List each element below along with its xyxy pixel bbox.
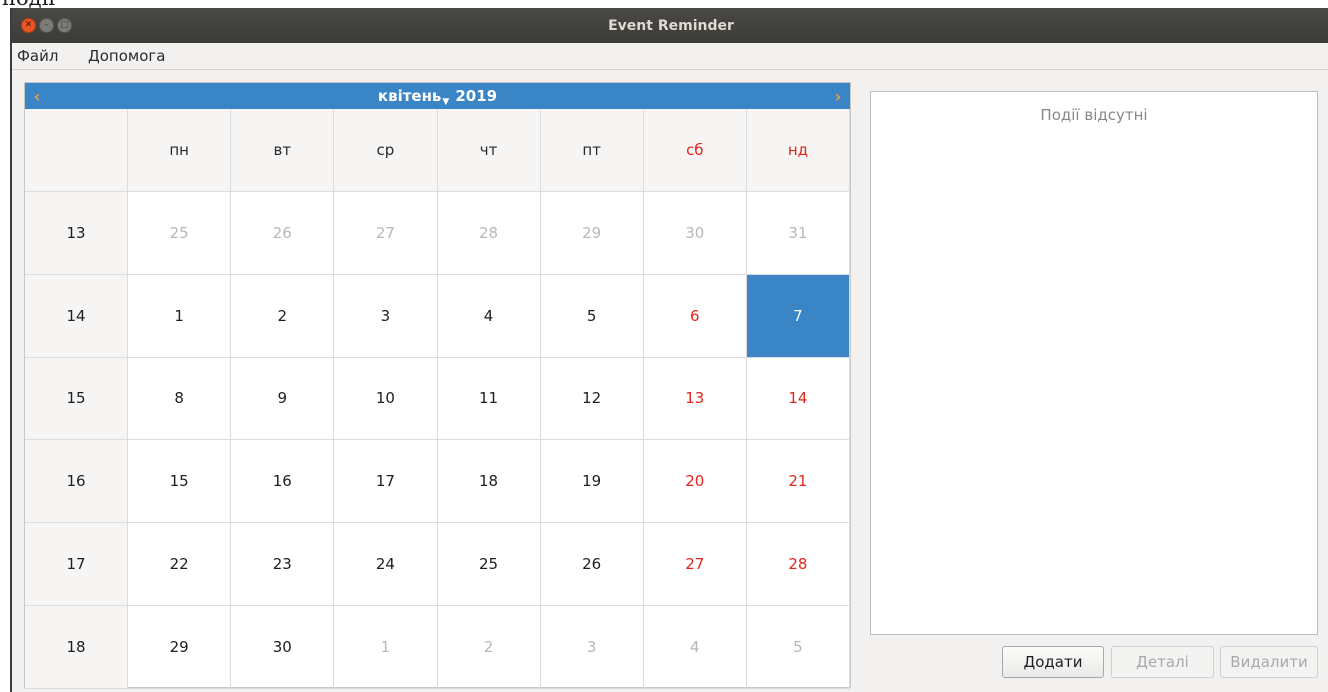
calendar-day[interactable]: 9 [231,357,335,441]
weekday-header: чт [437,109,541,192]
event-reminder-window: ✕ – □ Event Reminder Файл Допомога ‹ кві… [10,8,1328,692]
calendar-day[interactable]: 11 [437,357,541,441]
calendar-day[interactable]: 5 [540,274,644,358]
calendar-day[interactable]: 27 [334,191,438,275]
title-bar: ✕ – □ Event Reminder [12,8,1328,43]
calendar-day[interactable]: 23 [231,523,335,607]
calendar-grid: пн вт ср чт пт сб нд 13 25 26 27 28 29 30 31 14 1 2 3 4 5 6 7 1… [25,109,850,689]
calendar-day[interactable]: 2 [231,274,335,358]
calendar-day[interactable]: 6 [643,274,747,358]
menu-help[interactable]: Допомога [88,47,165,65]
delete-event-button[interactable]: Видалити [1220,646,1318,678]
calendar-day[interactable]: 1 [334,606,438,689]
events-empty-message: Події відсутні [1040,106,1148,124]
calendar-day[interactable]: 8 [128,357,232,441]
calendar-day[interactable]: 25 [128,191,232,275]
calendar-day[interactable]: 20 [643,440,747,524]
weekday-header: вт [231,109,335,192]
events-list[interactable]: Події відсутні [870,91,1318,635]
week-number: 18 [25,606,129,689]
calendar-day[interactable]: 10 [334,357,438,441]
calendar-month-year: квітень▼ 2019 [25,87,850,107]
calendar-day[interactable]: 3 [540,606,644,689]
calendar-day[interactable]: 28 [746,523,850,607]
window-title: Event Reminder [608,18,734,34]
calendar-navigation: ‹ квітень▼ 2019 › [25,83,850,109]
calendar-day[interactable]: 24 [334,523,438,607]
calendar-day-selected[interactable]: 7 [746,274,850,358]
weekday-header: сб [643,109,747,192]
calendar-widget: ‹ квітень▼ 2019 › пн вт ср чт пт сб нд 13 25 26 27 2… [24,82,851,689]
calendar-day[interactable]: 18 [437,440,541,524]
calendar-day[interactable]: 27 [643,523,747,607]
weekday-header: пт [540,109,644,192]
calendar-day[interactable]: 19 [540,440,644,524]
calendar-day[interactable]: 16 [231,440,335,524]
calendar-day[interactable]: 2 [437,606,541,689]
weekday-header: пн [128,109,232,192]
calendar-day[interactable]: 29 [540,191,644,275]
menu-bar: Файл Допомога [12,43,1328,70]
calendar-day[interactable]: 4 [437,274,541,358]
calendar-day[interactable]: 12 [540,357,644,441]
calendar-day[interactable]: 22 [128,523,232,607]
calendar-day[interactable]: 26 [231,191,335,275]
calendar-day[interactable]: 3 [334,274,438,358]
calendar-day[interactable]: 4 [643,606,747,689]
calendar-day[interactable]: 21 [746,440,850,524]
weekday-header: нд [746,109,850,192]
calendar-day[interactable]: 5 [746,606,850,689]
calendar-day[interactable]: 17 [334,440,438,524]
calendar-day[interactable]: 28 [437,191,541,275]
week-number: 13 [25,191,129,275]
calendar-day[interactable]: 13 [643,357,747,441]
add-event-button[interactable]: Додати [1002,646,1104,678]
year-label[interactable]: 2019 [455,87,497,105]
calendar-day[interactable]: 1 [128,274,232,358]
weekday-header: ср [334,109,438,192]
calendar-day[interactable]: 29 [128,606,232,689]
week-number: 15 [25,357,129,441]
next-month-button[interactable]: › [826,83,850,109]
calendar-day[interactable]: 26 [540,523,644,607]
calendar-day[interactable]: 31 [746,191,850,275]
week-number-header [25,109,129,192]
calendar-day[interactable]: 30 [231,606,335,689]
calendar-day[interactable]: 15 [128,440,232,524]
chevron-right-icon: › [834,86,842,106]
calendar-day[interactable]: 25 [437,523,541,607]
menu-file[interactable]: Файл [17,47,58,65]
week-number: 17 [25,523,129,607]
month-selector[interactable]: квітень [378,87,442,105]
week-number: 14 [25,274,129,358]
week-number: 16 [25,440,129,524]
event-details-button[interactable]: Деталі [1111,646,1214,678]
calendar-day[interactable]: 14 [746,357,850,441]
dropdown-caret-icon: ▼ [442,97,450,107]
calendar-day[interactable]: 30 [643,191,747,275]
